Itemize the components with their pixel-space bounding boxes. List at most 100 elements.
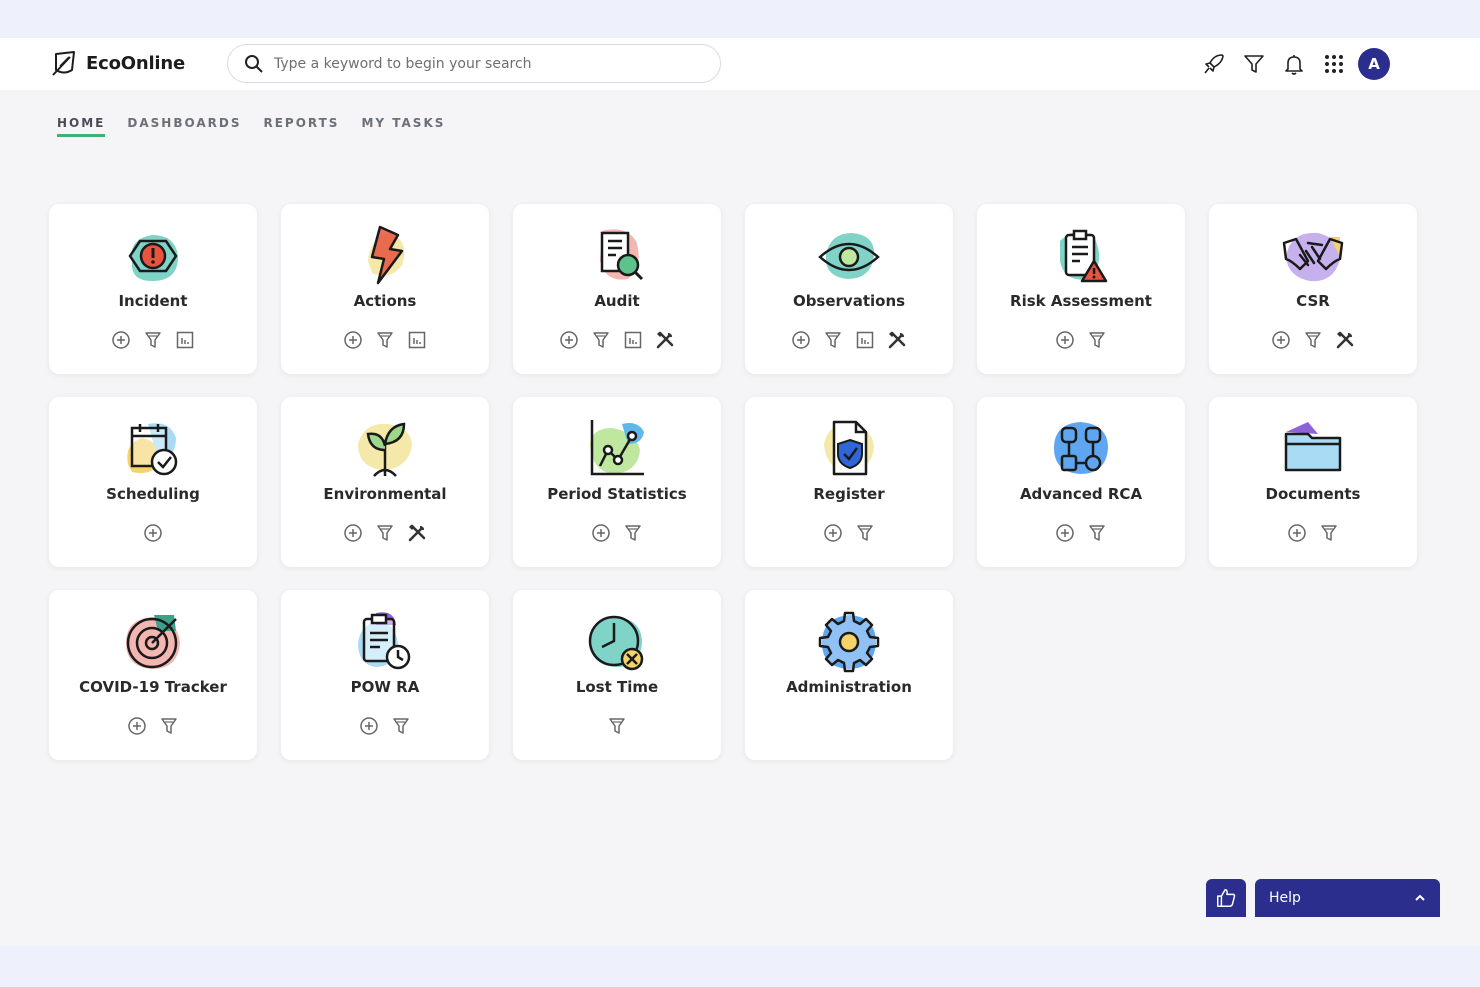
main-nav: HOME DASHBOARDS REPORTS MY TASKS bbox=[57, 116, 467, 137]
tab-my-tasks[interactable]: MY TASKS bbox=[361, 116, 445, 137]
module-tile-covid-tracker[interactable]: COVID-19 Tracker bbox=[49, 590, 257, 760]
module-actions bbox=[49, 521, 257, 545]
add-icon[interactable] bbox=[357, 714, 381, 738]
module-actions bbox=[49, 328, 257, 352]
observations-icon bbox=[814, 221, 884, 291]
add-icon[interactable] bbox=[125, 714, 149, 738]
add-icon[interactable] bbox=[341, 521, 365, 545]
module-actions bbox=[1209, 328, 1417, 352]
module-actions bbox=[1209, 521, 1417, 545]
module-tile-audit[interactable]: Audit bbox=[513, 204, 721, 374]
add-icon[interactable] bbox=[1053, 521, 1077, 545]
module-title: Actions bbox=[353, 292, 417, 310]
register-icon bbox=[814, 414, 884, 484]
filter-icon[interactable] bbox=[1238, 48, 1270, 80]
filter-icon[interactable] bbox=[853, 521, 877, 545]
module-tile-scheduling[interactable]: Scheduling bbox=[49, 397, 257, 567]
module-actions bbox=[513, 521, 721, 545]
rocket-icon[interactable] bbox=[1198, 48, 1230, 80]
tools-icon[interactable] bbox=[885, 328, 909, 352]
module-tile-lost-time[interactable]: Lost Time bbox=[513, 590, 721, 760]
incident-icon bbox=[118, 221, 188, 291]
filter-icon[interactable] bbox=[1317, 521, 1341, 545]
tab-dashboards[interactable]: DASHBOARDS bbox=[127, 116, 241, 137]
module-title: COVID-19 Tracker bbox=[79, 678, 227, 696]
add-icon[interactable] bbox=[821, 521, 845, 545]
module-title: CSR bbox=[1296, 292, 1330, 310]
module-tile-environmental[interactable]: Environmental bbox=[281, 397, 489, 567]
add-icon[interactable] bbox=[1285, 521, 1309, 545]
module-tile-documents[interactable]: Documents bbox=[1209, 397, 1417, 567]
filter-icon[interactable] bbox=[589, 328, 613, 352]
module-tile-pow-ra[interactable]: POW RA bbox=[281, 590, 489, 760]
module-tile-register[interactable]: Register bbox=[745, 397, 953, 567]
search-bar[interactable] bbox=[227, 44, 721, 83]
add-icon[interactable] bbox=[141, 521, 165, 545]
help-widget[interactable]: Help bbox=[1255, 879, 1440, 917]
search-icon bbox=[245, 54, 263, 73]
filter-icon[interactable] bbox=[605, 714, 629, 738]
feedback-button[interactable] bbox=[1206, 879, 1246, 917]
module-tile-observations[interactable]: Observations bbox=[745, 204, 953, 374]
filter-icon[interactable] bbox=[1085, 328, 1109, 352]
tab-home[interactable]: HOME bbox=[57, 116, 106, 137]
filter-icon[interactable] bbox=[141, 328, 165, 352]
pow-ra-icon bbox=[350, 607, 420, 677]
app-name: EcoOnline bbox=[86, 52, 186, 74]
report-icon[interactable] bbox=[173, 328, 197, 352]
module-title: Lost Time bbox=[575, 678, 659, 696]
audit-icon bbox=[582, 221, 652, 291]
tools-icon[interactable] bbox=[653, 328, 677, 352]
search-input[interactable] bbox=[274, 55, 694, 72]
module-tile-period-statistics[interactable]: Period Statistics bbox=[513, 397, 721, 567]
apps-grid-icon[interactable] bbox=[1318, 48, 1350, 80]
report-icon[interactable] bbox=[853, 328, 877, 352]
module-tile-csr[interactable]: CSR bbox=[1209, 204, 1417, 374]
filter-icon[interactable] bbox=[157, 714, 181, 738]
add-icon[interactable] bbox=[1053, 328, 1077, 352]
module-title: Risk Assessment bbox=[1010, 292, 1152, 310]
covid-tracker-icon bbox=[118, 607, 188, 677]
add-icon[interactable] bbox=[789, 328, 813, 352]
module-tile-actions[interactable]: Actions bbox=[281, 204, 489, 374]
module-actions bbox=[513, 714, 721, 738]
filter-icon[interactable] bbox=[621, 521, 645, 545]
add-icon[interactable] bbox=[589, 521, 613, 545]
module-actions bbox=[513, 328, 721, 352]
filter-icon[interactable] bbox=[373, 521, 397, 545]
module-title: Administration bbox=[786, 678, 912, 696]
module-title: Audit bbox=[594, 292, 640, 310]
module-tile-risk-assessment[interactable]: Risk Assessment bbox=[977, 204, 1185, 374]
add-icon[interactable] bbox=[557, 328, 581, 352]
chevron-up-icon[interactable] bbox=[1414, 892, 1426, 904]
module-title: Incident bbox=[118, 292, 188, 310]
report-icon[interactable] bbox=[621, 328, 645, 352]
tools-icon[interactable] bbox=[405, 521, 429, 545]
bell-icon[interactable] bbox=[1278, 48, 1310, 80]
add-icon[interactable] bbox=[109, 328, 133, 352]
module-tile-advanced-rca[interactable]: Advanced RCA bbox=[977, 397, 1185, 567]
avatar[interactable]: A bbox=[1358, 48, 1390, 80]
filter-icon[interactable] bbox=[1301, 328, 1325, 352]
filter-icon[interactable] bbox=[389, 714, 413, 738]
tools-icon[interactable] bbox=[1333, 328, 1357, 352]
documents-icon bbox=[1278, 414, 1348, 484]
filter-icon[interactable] bbox=[821, 328, 845, 352]
module-title: Environmental bbox=[323, 485, 447, 503]
top-bar: EcoOnline Type a keyword to begin your s… bbox=[0, 38, 1480, 90]
filter-icon[interactable] bbox=[1085, 521, 1109, 545]
module-title: Scheduling bbox=[106, 485, 200, 503]
environmental-icon bbox=[350, 414, 420, 484]
module-title: Observations bbox=[792, 292, 906, 310]
csr-icon bbox=[1278, 221, 1348, 291]
report-icon[interactable] bbox=[405, 328, 429, 352]
thumbs-up-icon bbox=[1217, 889, 1236, 907]
module-tile-administration[interactable]: Administration bbox=[745, 590, 953, 760]
add-icon[interactable] bbox=[1269, 328, 1293, 352]
module-tile-incident[interactable]: Incident bbox=[49, 204, 257, 374]
logo[interactable]: EcoOnline bbox=[50, 47, 185, 79]
module-actions bbox=[977, 521, 1185, 545]
tab-reports[interactable]: REPORTS bbox=[263, 116, 339, 137]
filter-icon[interactable] bbox=[373, 328, 397, 352]
add-icon[interactable] bbox=[341, 328, 365, 352]
